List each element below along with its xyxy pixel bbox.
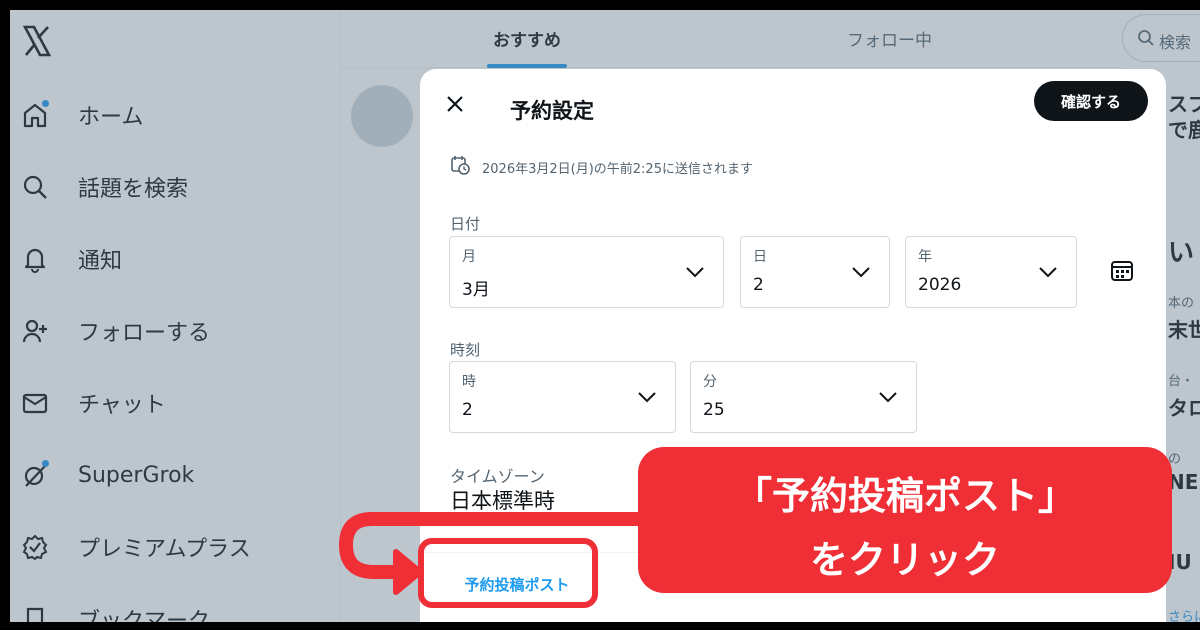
annotation-callout: 「予約投稿ポスト」 をクリック bbox=[638, 447, 1172, 593]
modal-title: 予約設定 bbox=[510, 99, 594, 123]
close-button[interactable] bbox=[442, 91, 468, 117]
field-label: 月 bbox=[462, 249, 476, 265]
callout-line-1: 「予約投稿ポスト」 bbox=[733, 474, 1076, 518]
field-label: 時 bbox=[462, 374, 476, 390]
field-label: 分 bbox=[703, 374, 717, 390]
time-section-label: 時刻 bbox=[450, 341, 481, 359]
chevron-down-icon bbox=[685, 263, 705, 282]
field-value: 2 bbox=[462, 400, 473, 420]
timezone-value: 日本標準時 bbox=[450, 489, 555, 513]
field-value: 2026 bbox=[918, 275, 962, 295]
annotation-highlight-box bbox=[418, 538, 598, 608]
field-label: 日 bbox=[753, 249, 767, 265]
year-select[interactable]: 年 2026 bbox=[905, 236, 1077, 308]
hour-select[interactable]: 時 2 bbox=[449, 361, 676, 433]
month-select[interactable]: 月 3月 bbox=[449, 236, 724, 308]
calendar-clock-icon bbox=[450, 155, 470, 179]
chevron-down-icon bbox=[637, 388, 657, 407]
chevron-down-icon bbox=[1038, 263, 1058, 282]
close-icon bbox=[447, 96, 463, 112]
callout-line-2: をクリック bbox=[809, 538, 1000, 582]
calendar-icon[interactable] bbox=[1110, 258, 1134, 286]
field-value: 2 bbox=[753, 275, 764, 295]
chevron-down-icon bbox=[878, 388, 898, 407]
schedule-note-text: 2026年3月2日(月)の午前2:25に送信されます bbox=[482, 161, 753, 177]
field-label: 年 bbox=[918, 249, 932, 265]
minute-select[interactable]: 分 25 bbox=[690, 361, 917, 433]
date-section-label: 日付 bbox=[450, 215, 481, 233]
confirm-button[interactable]: 確認する bbox=[1034, 81, 1148, 121]
schedule-note: 2026年3月2日(月)の午前2:25に送信されます bbox=[450, 155, 753, 179]
field-value: 25 bbox=[703, 400, 725, 420]
day-select[interactable]: 日 2 bbox=[740, 236, 890, 308]
chevron-down-icon bbox=[851, 263, 871, 282]
field-value: 3月 bbox=[462, 280, 490, 300]
timezone-label: タイムゾーン bbox=[450, 467, 545, 486]
